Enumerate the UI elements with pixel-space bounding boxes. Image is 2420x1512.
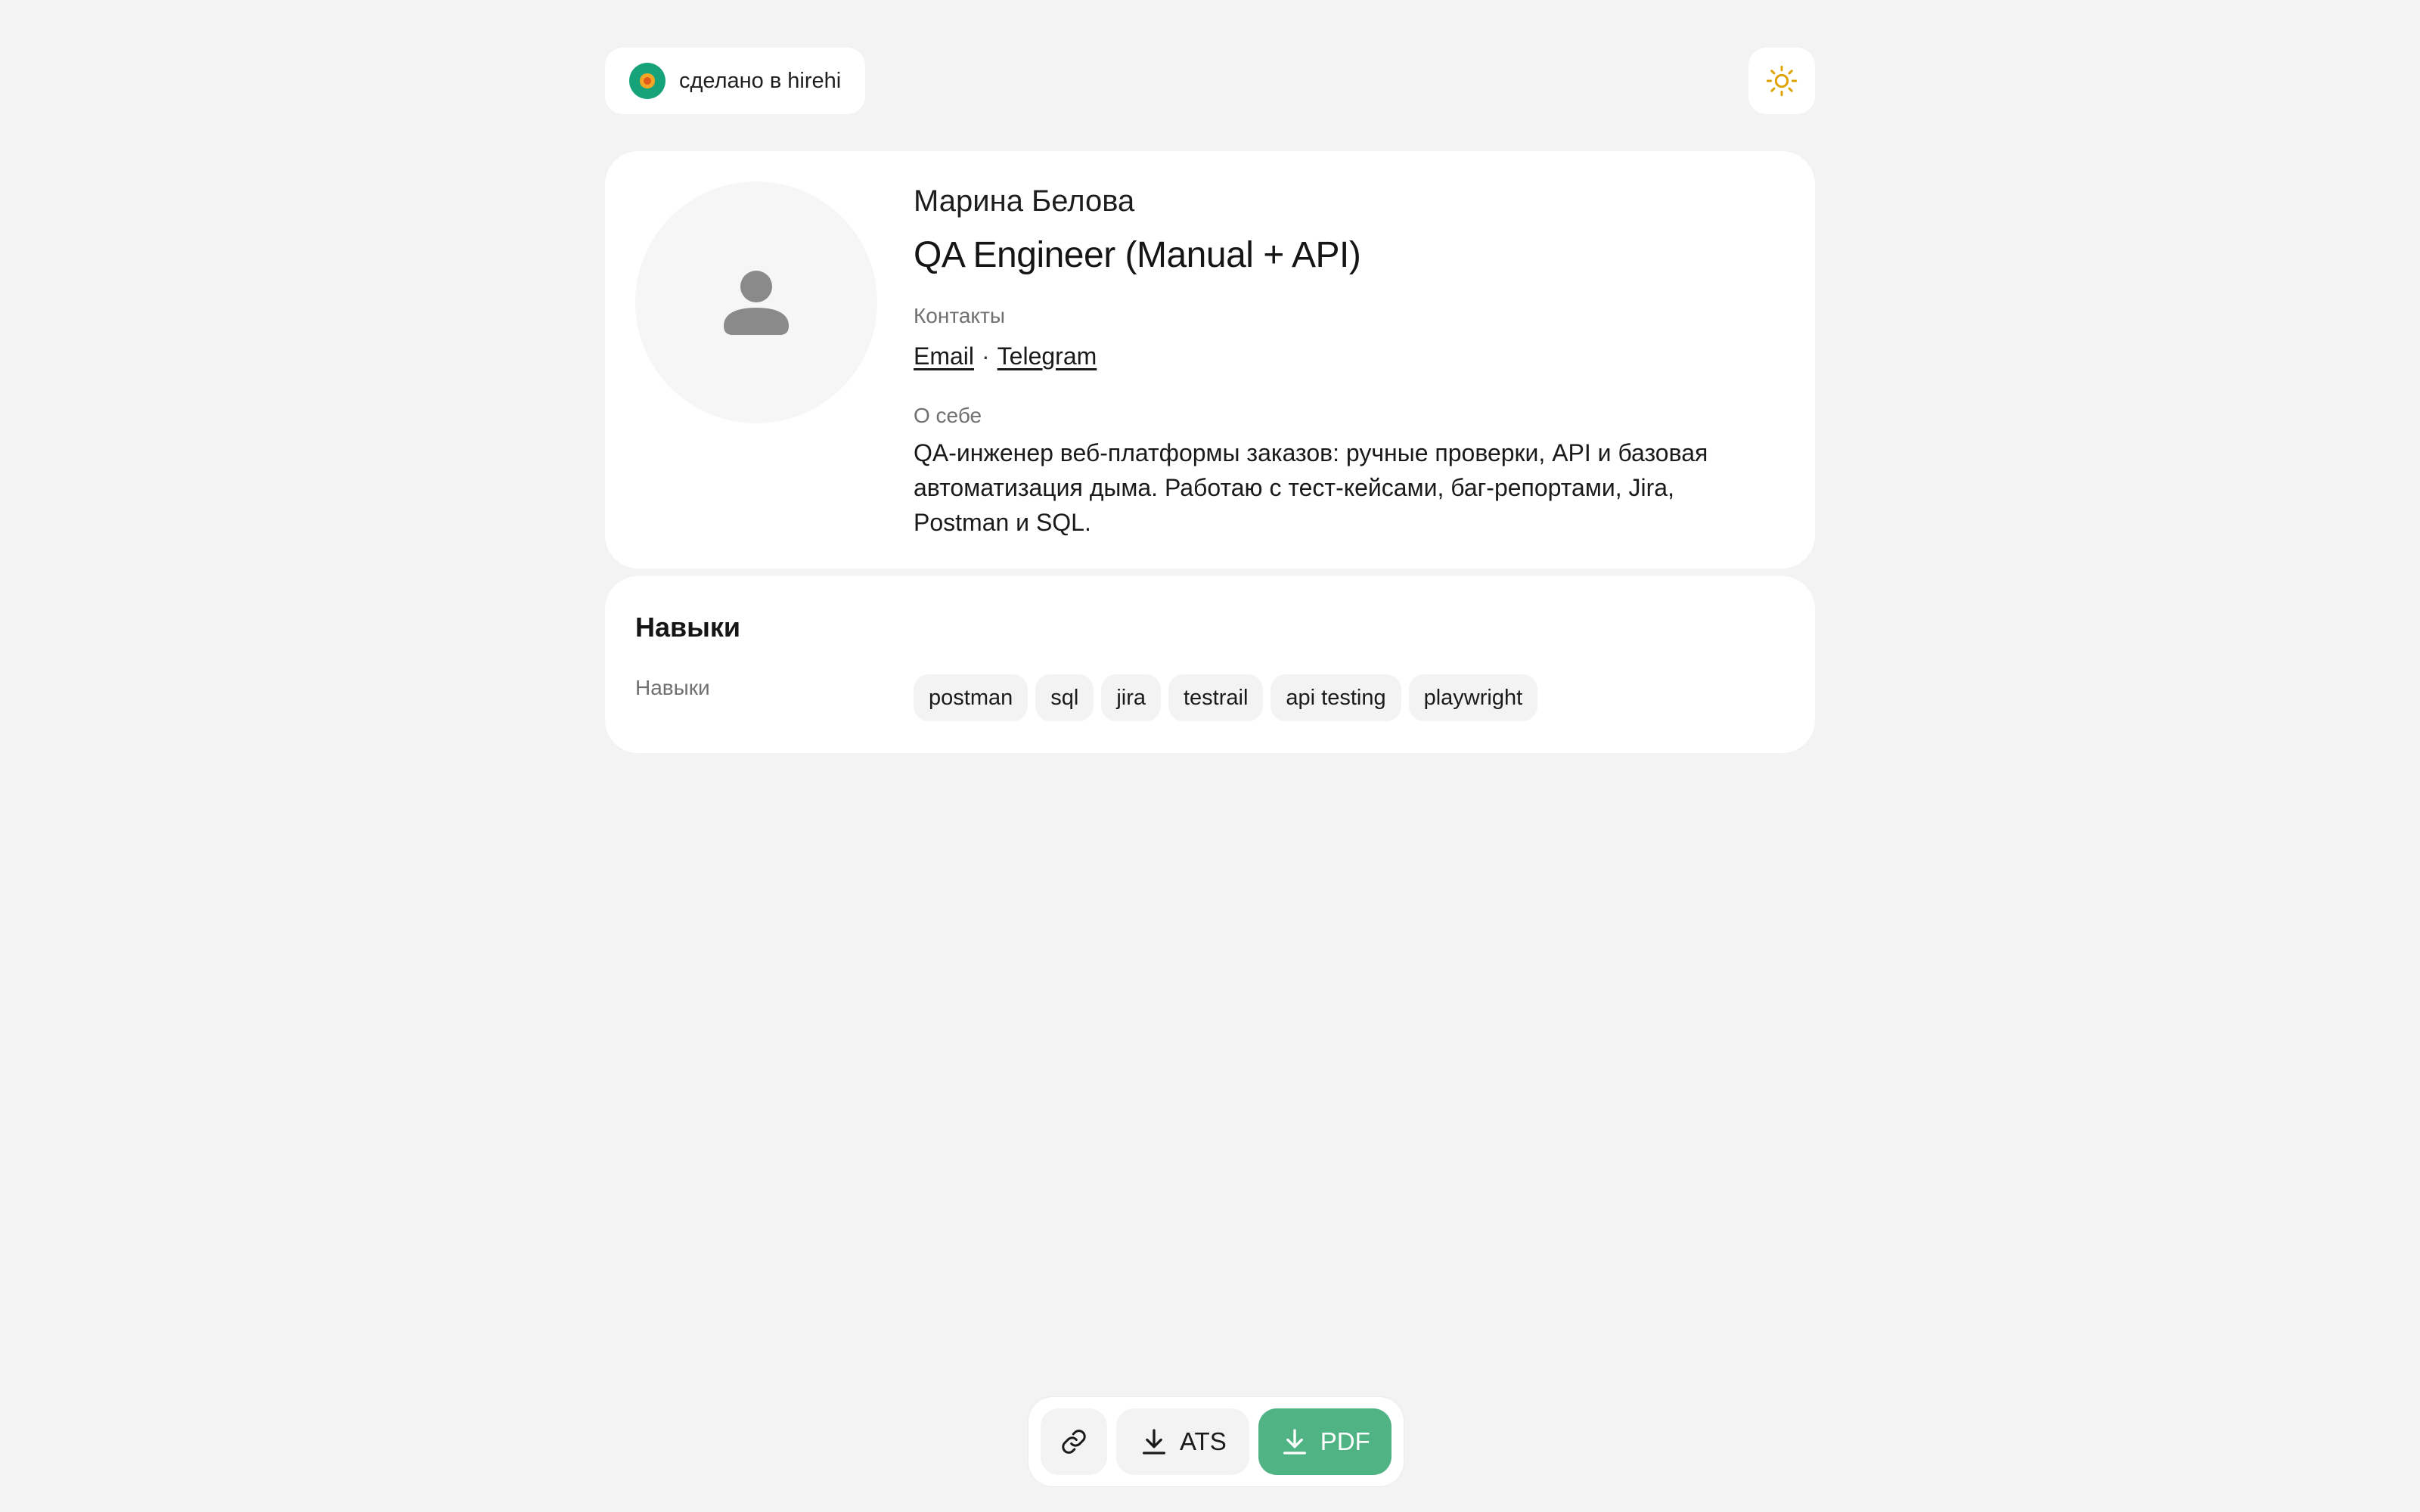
- skill-chip: testrail: [1168, 674, 1264, 721]
- copy-link-button[interactable]: [1041, 1408, 1107, 1475]
- contacts-row: Email · Telegram: [914, 340, 1783, 372]
- profile-info: Марина Белова QA Engineer (Manual + API)…: [914, 181, 1783, 540]
- skills-list: postman sql jira testrail api testing pl…: [914, 674, 1538, 721]
- skill-chip: sql: [1035, 674, 1094, 721]
- contacts-label: Контакты: [914, 304, 1005, 327]
- theme-toggle-button[interactable]: [1748, 48, 1815, 114]
- contacts-separator: ·: [982, 342, 990, 370]
- bottom-toolbar: ATS PDF: [1028, 1397, 1404, 1486]
- pdf-label: PDF: [1320, 1427, 1370, 1455]
- sun-icon: [1766, 65, 1798, 97]
- person-icon: [724, 271, 789, 335]
- skills-label: Навыки: [635, 676, 710, 699]
- avatar: [635, 181, 877, 423]
- link-icon: [1062, 1430, 1086, 1454]
- telegram-link[interactable]: Telegram: [997, 342, 1097, 370]
- about-text: QA-инженер веб-платформы заказов: ручные…: [914, 439, 1708, 536]
- skills-card: Навыки Навыки postman sql jira testrail …: [605, 576, 1815, 753]
- profile-card: Марина Белова QA Engineer (Manual + API)…: [605, 151, 1815, 569]
- download-pdf-button[interactable]: PDF: [1258, 1408, 1392, 1475]
- skill-chip: jira: [1101, 674, 1161, 721]
- email-link[interactable]: Email: [914, 342, 974, 370]
- ats-label: ATS: [1180, 1427, 1227, 1455]
- candidate-name: Марина Белова: [914, 184, 1135, 218]
- candidate-position: QA Engineer (Manual + API): [914, 235, 1361, 275]
- download-icon: [1283, 1429, 1306, 1455]
- download-icon: [1143, 1429, 1165, 1455]
- made-in-hirehi-badge[interactable]: сделано в hirehi: [605, 48, 866, 114]
- download-ats-button[interactable]: ATS: [1116, 1408, 1249, 1475]
- skills-title: Навыки: [635, 612, 741, 643]
- skill-chip: postman: [914, 674, 1028, 721]
- skill-chip: api testing: [1270, 674, 1401, 721]
- about-label: О себе: [914, 404, 982, 427]
- skill-chip: playwright: [1408, 674, 1538, 721]
- hirehi-logo-icon: [629, 63, 666, 99]
- made-in-text: сделано в hirehi: [679, 68, 842, 93]
- page: сделано в hirehi Марина Белова QA Engine…: [605, 0, 1815, 1512]
